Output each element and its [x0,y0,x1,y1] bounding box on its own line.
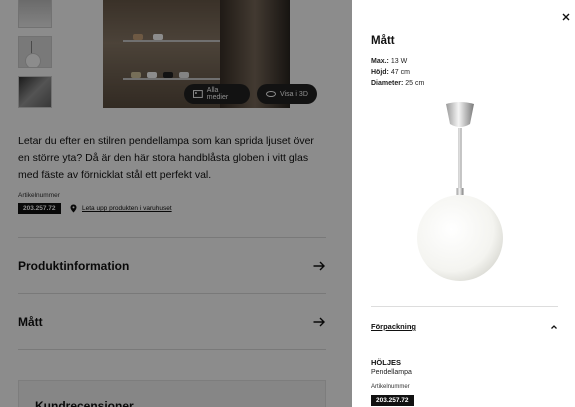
close-icon[interactable] [559,10,573,24]
spec-max-value: 13 W [390,58,408,65]
panel-divider [371,306,558,307]
panel-title: Mått [371,35,395,47]
spec-diameter-label: Diameter: [371,80,404,87]
packaging-toggle[interactable]: Förpackning [371,322,558,331]
package-article-label: Artikelnummer [371,384,410,390]
package-name: HÖLJES [371,358,402,367]
spec-max-label: Max.: [371,58,389,65]
spec-height-label: Höjd: [371,69,389,76]
spec-diameter: Diameter: 25 cm [371,80,424,87]
spec-diameter-value: 25 cm [405,80,425,87]
packaging-label: Förpackning [371,322,417,331]
measurements-panel: Mått Max.: 13 W Höjd: 47 cm Diameter: 25… [352,0,575,407]
spec-max: Max.: 13 W [371,58,407,65]
pendant-lamp-illustration [417,102,503,281]
package-article-badge: 203.257.72 [371,395,414,406]
package-type: Pendellampa [371,369,412,376]
chevron-up-icon [551,324,557,329]
spec-height-value: 47 cm [390,69,410,76]
spec-height: Höjd: 47 cm [371,69,410,76]
modal-backdrop[interactable] [0,0,352,407]
